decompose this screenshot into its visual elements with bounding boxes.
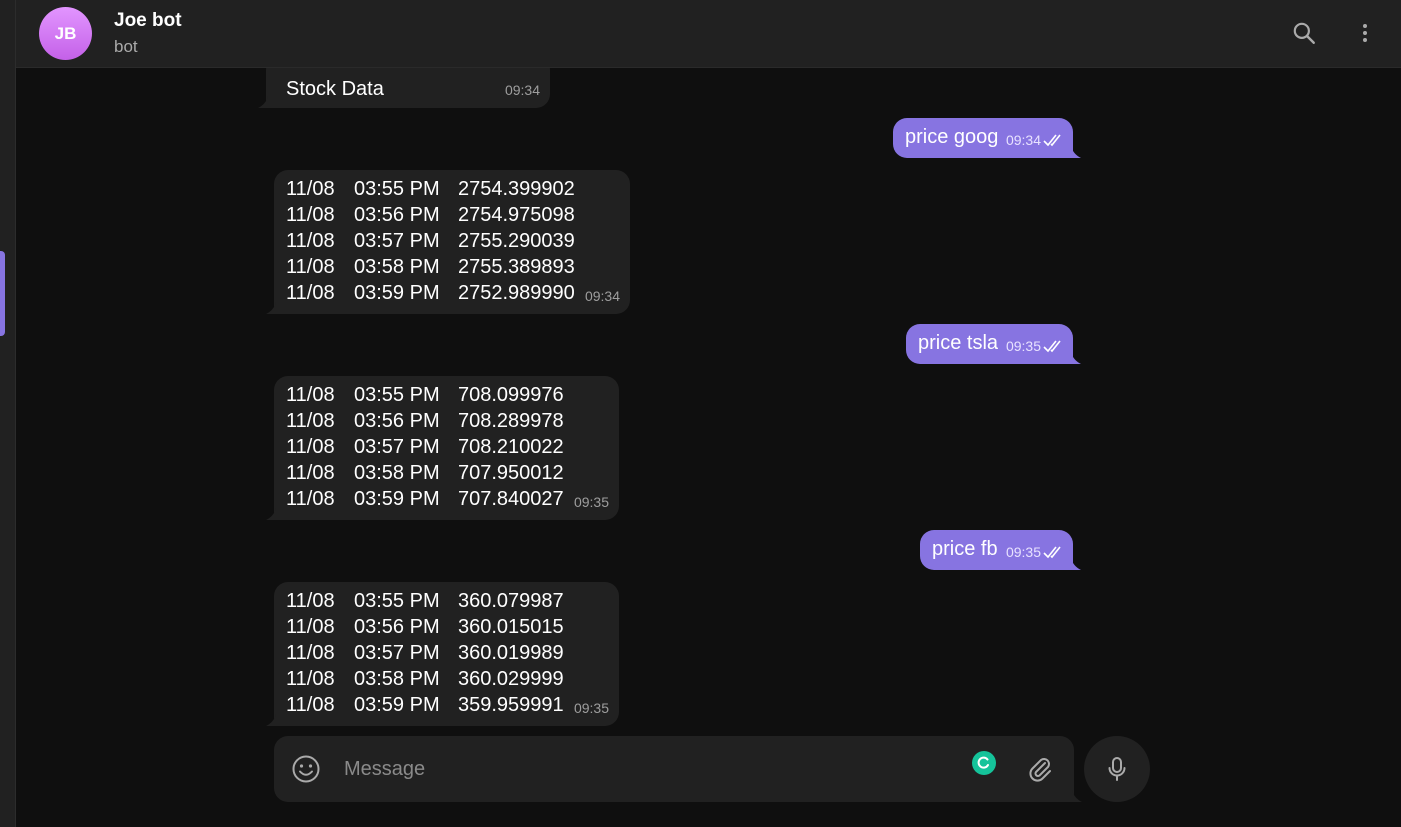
incoming-message[interactable]: 11/08 03:55 PM 2754.399902 11/08 03:56 PM 27… bbox=[266, 170, 630, 314]
chat-header: JB Joe bot bot bbox=[16, 0, 1401, 68]
attach-button[interactable] bbox=[1024, 753, 1056, 785]
bubble-tail bbox=[1071, 352, 1081, 364]
table-row: 11/08 03:55 PM 708.099976 bbox=[286, 384, 564, 406]
bubble-tail bbox=[1071, 146, 1081, 158]
outgoing-message[interactable]: price fb 09:35 bbox=[920, 530, 1081, 570]
message-time: 09:34 bbox=[1006, 127, 1065, 153]
message-time: 09:35 bbox=[573, 700, 609, 716]
double-check-icon bbox=[1043, 340, 1061, 353]
table-row: 11/08 03:57 PM 708.210022 bbox=[286, 436, 564, 458]
table-row: 11/08 03:57 PM 360.019989 bbox=[286, 642, 564, 664]
outgoing-message[interactable]: price tsla 09:35 bbox=[906, 324, 1081, 364]
price-table: 11/08 03:55 PM 2754.399902 11/08 03:56 PM 27… bbox=[274, 170, 630, 306]
message-time: 09:34 bbox=[504, 82, 540, 98]
bubble-tail bbox=[266, 508, 276, 520]
more-vertical-icon bbox=[1363, 24, 1367, 42]
smile-icon bbox=[292, 755, 320, 783]
table-row: 11/08 03:56 PM 708.289978 bbox=[286, 410, 564, 432]
incoming-message[interactable]: 11/08 03:55 PM 360.079987 11/08 03:56 PM 360… bbox=[266, 582, 619, 726]
table-row: 11/08 03:56 PM 360.015015 bbox=[286, 616, 564, 638]
panel-resize-handle[interactable] bbox=[0, 251, 5, 336]
message-time: 09:35 bbox=[573, 494, 609, 510]
price-table: 11/08 03:55 PM 708.099976 11/08 03:56 PM 708… bbox=[274, 376, 619, 512]
double-check-icon bbox=[1043, 546, 1061, 559]
message-input[interactable] bbox=[342, 754, 942, 784]
table-row: 11/08 03:59 PM 707.840027 bbox=[286, 488, 564, 510]
bubble-tail bbox=[266, 302, 276, 314]
avatar[interactable]: JB bbox=[39, 7, 92, 60]
table-row: 11/08 03:55 PM 2754.399902 bbox=[286, 178, 575, 200]
table-row: 11/08 03:58 PM 360.029999 bbox=[286, 668, 564, 690]
bubble-tail bbox=[1071, 558, 1081, 570]
left-panel-edge bbox=[0, 0, 16, 827]
search-icon bbox=[1293, 22, 1315, 44]
message-text: Stock Data bbox=[286, 78, 384, 100]
chat-title[interactable]: Joe bot bbox=[114, 10, 182, 32]
table-row: 11/08 03:59 PM 359.959991 bbox=[286, 694, 564, 716]
message-time: 09:35 bbox=[1006, 539, 1065, 565]
more-button[interactable] bbox=[1350, 18, 1380, 48]
message-list[interactable]: Stock Data 09:34 price goog 09:34 11/08 0… bbox=[16, 68, 1401, 827]
message-time: 09:35 bbox=[1006, 333, 1065, 359]
emoji-button[interactable] bbox=[290, 753, 322, 785]
table-row: 11/08 03:57 PM 2755.290039 bbox=[286, 230, 575, 252]
microphone-icon bbox=[1108, 757, 1126, 781]
message-time: 09:34 bbox=[584, 288, 620, 304]
message-composer bbox=[274, 736, 1082, 802]
search-button[interactable] bbox=[1289, 18, 1319, 48]
voice-record-button[interactable] bbox=[1084, 736, 1150, 802]
bubble-tail bbox=[266, 714, 276, 726]
outgoing-message[interactable]: price goog 09:34 bbox=[893, 118, 1081, 158]
paperclip-icon bbox=[1029, 758, 1051, 782]
table-row: 11/08 03:55 PM 360.079987 bbox=[286, 590, 564, 612]
chat-status: bot bbox=[114, 37, 138, 56]
incoming-message[interactable]: Stock Data 09:34 bbox=[258, 68, 550, 108]
grammarly-icon[interactable] bbox=[972, 751, 996, 775]
table-row: 11/08 03:56 PM 2754.975098 bbox=[286, 204, 575, 226]
bubble-tail bbox=[258, 96, 268, 108]
bubble-tail bbox=[1072, 790, 1082, 802]
table-row: 11/08 03:58 PM 707.950012 bbox=[286, 462, 564, 484]
double-check-icon bbox=[1043, 134, 1061, 147]
table-row: 11/08 03:58 PM 2755.389893 bbox=[286, 256, 575, 278]
grammarly-glyph-icon bbox=[977, 756, 989, 769]
price-table: 11/08 03:55 PM 360.079987 11/08 03:56 PM 360… bbox=[274, 582, 619, 718]
table-row: 11/08 03:59 PM 2752.989990 bbox=[286, 282, 575, 304]
incoming-message[interactable]: 11/08 03:55 PM 708.099976 11/08 03:56 PM 708… bbox=[266, 376, 619, 520]
